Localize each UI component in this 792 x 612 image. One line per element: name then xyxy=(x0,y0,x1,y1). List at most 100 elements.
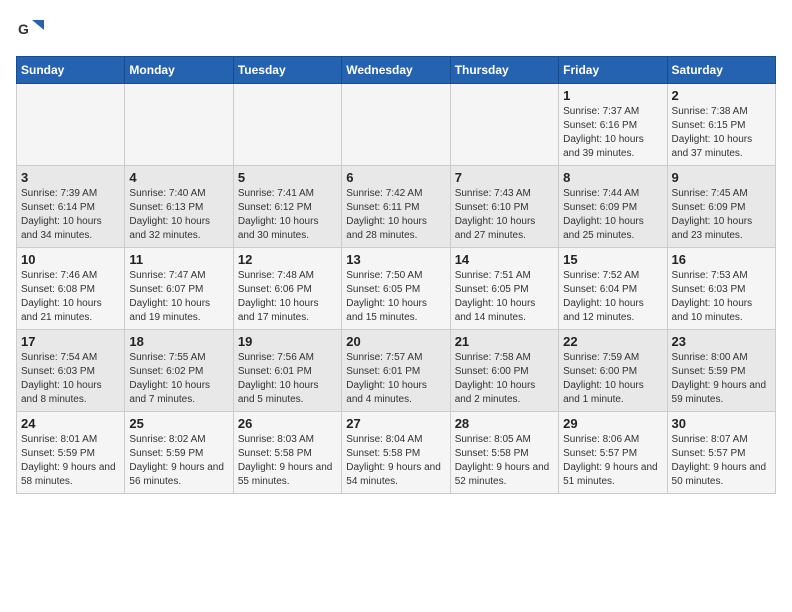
day-number: 5 xyxy=(238,170,337,185)
day-info: Sunrise: 8:00 AM Sunset: 5:59 PM Dayligh… xyxy=(672,351,771,407)
day-info: Sunrise: 8:07 AM Sunset: 5:57 PM Dayligh… xyxy=(672,433,771,489)
weekday-header-friday: Friday xyxy=(559,57,667,84)
day-info: Sunrise: 8:01 AM Sunset: 5:59 PM Dayligh… xyxy=(21,433,120,489)
weekday-header-sunday: Sunday xyxy=(17,57,125,84)
day-info: Sunrise: 7:47 AM Sunset: 6:07 PM Dayligh… xyxy=(129,269,228,325)
day-info: Sunrise: 7:55 AM Sunset: 6:02 PM Dayligh… xyxy=(129,351,228,407)
day-info: Sunrise: 8:05 AM Sunset: 5:58 PM Dayligh… xyxy=(455,433,554,489)
logo: G xyxy=(16,16,48,44)
day-number: 9 xyxy=(672,170,771,185)
day-cell-15: 15 Sunrise: 7:52 AM Sunset: 6:04 PM Dayli… xyxy=(559,248,667,330)
day-number: 15 xyxy=(563,252,662,267)
day-number: 2 xyxy=(672,88,771,103)
day-info: Sunrise: 7:43 AM Sunset: 6:10 PM Dayligh… xyxy=(455,187,554,243)
day-number: 19 xyxy=(238,334,337,349)
day-cell-26: 26 Sunrise: 8:03 AM Sunset: 5:58 PM Dayli… xyxy=(233,412,341,494)
day-info: Sunrise: 7:54 AM Sunset: 6:03 PM Dayligh… xyxy=(21,351,120,407)
calendar-week-1: 1Sunrise: 7:37 AM Sunset: 6:16 PM Daylig… xyxy=(17,84,776,166)
day-number: 13 xyxy=(346,252,445,267)
calendar-week-3: 10 Sunrise: 7:46 AM Sunset: 6:08 PM Dayli… xyxy=(17,248,776,330)
day-cell-12: 12 Sunrise: 7:48 AM Sunset: 6:06 PM Dayli… xyxy=(233,248,341,330)
day-info: Sunrise: 7:53 AM Sunset: 6:03 PM Dayligh… xyxy=(672,269,771,325)
day-number: 17 xyxy=(21,334,120,349)
day-cell-17: 17 Sunrise: 7:54 AM Sunset: 6:03 PM Dayli… xyxy=(17,330,125,412)
svg-text:G: G xyxy=(18,21,29,37)
day-info: Sunrise: 7:57 AM Sunset: 6:01 PM Dayligh… xyxy=(346,351,445,407)
day-info: Sunrise: 7:52 AM Sunset: 6:04 PM Dayligh… xyxy=(563,269,662,325)
day-info: Sunrise: 7:59 AM Sunset: 6:00 PM Dayligh… xyxy=(563,351,662,407)
day-info: Sunrise: 7:38 AM Sunset: 6:15 PM Dayligh… xyxy=(672,105,771,161)
day-info: Sunrise: 7:58 AM Sunset: 6:00 PM Dayligh… xyxy=(455,351,554,407)
empty-cell xyxy=(450,84,558,166)
day-number: 12 xyxy=(238,252,337,267)
day-number: 27 xyxy=(346,416,445,431)
weekday-header-tuesday: Tuesday xyxy=(233,57,341,84)
day-info: Sunrise: 7:40 AM Sunset: 6:13 PM Dayligh… xyxy=(129,187,228,243)
day-number: 29 xyxy=(563,416,662,431)
calendar-week-2: 3 Sunrise: 7:39 AM Sunset: 6:14 PM Daylig… xyxy=(17,166,776,248)
day-cell-9: 9 Sunrise: 7:45 AM Sunset: 6:09 PM Daylig… xyxy=(667,166,775,248)
day-cell-28: 28 Sunrise: 8:05 AM Sunset: 5:58 PM Dayli… xyxy=(450,412,558,494)
day-cell-25: 25 Sunrise: 8:02 AM Sunset: 5:59 PM Dayli… xyxy=(125,412,233,494)
day-number: 18 xyxy=(129,334,228,349)
day-cell-20: 20Sunrise: 7:57 AM Sunset: 6:01 PM Dayli… xyxy=(342,330,450,412)
day-info: Sunrise: 7:50 AM Sunset: 6:05 PM Dayligh… xyxy=(346,269,445,325)
day-number: 11 xyxy=(129,252,228,267)
day-cell-1: 1Sunrise: 7:37 AM Sunset: 6:16 PM Daylig… xyxy=(559,84,667,166)
day-cell-27: 27 Sunrise: 8:04 AM Sunset: 5:58 PM Dayli… xyxy=(342,412,450,494)
empty-cell xyxy=(17,84,125,166)
day-cell-13: 13 Sunrise: 7:50 AM Sunset: 6:05 PM Dayli… xyxy=(342,248,450,330)
weekday-header-wednesday: Wednesday xyxy=(342,57,450,84)
day-number: 14 xyxy=(455,252,554,267)
day-info: Sunrise: 7:45 AM Sunset: 6:09 PM Dayligh… xyxy=(672,187,771,243)
day-number: 3 xyxy=(21,170,120,185)
page-header: G xyxy=(16,16,776,44)
day-number: 24 xyxy=(21,416,120,431)
day-cell-3: 3 Sunrise: 7:39 AM Sunset: 6:14 PM Daylig… xyxy=(17,166,125,248)
day-number: 7 xyxy=(455,170,554,185)
day-number: 23 xyxy=(672,334,771,349)
day-number: 21 xyxy=(455,334,554,349)
day-cell-8: 8 Sunrise: 7:44 AM Sunset: 6:09 PM Daylig… xyxy=(559,166,667,248)
day-number: 16 xyxy=(672,252,771,267)
day-cell-16: 16 Sunrise: 7:53 AM Sunset: 6:03 PM Dayli… xyxy=(667,248,775,330)
day-number: 28 xyxy=(455,416,554,431)
logo-icon: G xyxy=(16,16,44,44)
calendar-week-5: 24 Sunrise: 8:01 AM Sunset: 5:59 PM Dayli… xyxy=(17,412,776,494)
day-number: 30 xyxy=(672,416,771,431)
weekday-header-thursday: Thursday xyxy=(450,57,558,84)
day-info: Sunrise: 7:46 AM Sunset: 6:08 PM Dayligh… xyxy=(21,269,120,325)
day-number: 26 xyxy=(238,416,337,431)
day-cell-23: 23 Sunrise: 8:00 AM Sunset: 5:59 PM Dayli… xyxy=(667,330,775,412)
day-info: Sunrise: 7:48 AM Sunset: 6:06 PM Dayligh… xyxy=(238,269,337,325)
day-info: Sunrise: 7:56 AM Sunset: 6:01 PM Dayligh… xyxy=(238,351,337,407)
day-cell-7: 7 Sunrise: 7:43 AM Sunset: 6:10 PM Daylig… xyxy=(450,166,558,248)
day-cell-21: 21 Sunrise: 7:58 AM Sunset: 6:00 PM Dayli… xyxy=(450,330,558,412)
day-info: Sunrise: 7:44 AM Sunset: 6:09 PM Dayligh… xyxy=(563,187,662,243)
day-cell-18: 18 Sunrise: 7:55 AM Sunset: 6:02 PM Dayli… xyxy=(125,330,233,412)
day-cell-4: 4 Sunrise: 7:40 AM Sunset: 6:13 PM Daylig… xyxy=(125,166,233,248)
calendar-week-4: 17 Sunrise: 7:54 AM Sunset: 6:03 PM Dayli… xyxy=(17,330,776,412)
day-cell-14: 14 Sunrise: 7:51 AM Sunset: 6:05 PM Dayli… xyxy=(450,248,558,330)
day-cell-5: 5Sunrise: 7:41 AM Sunset: 6:12 PM Daylig… xyxy=(233,166,341,248)
day-number: 6 xyxy=(346,170,445,185)
day-cell-11: 11 Sunrise: 7:47 AM Sunset: 6:07 PM Dayli… xyxy=(125,248,233,330)
day-number: 8 xyxy=(563,170,662,185)
day-number: 1 xyxy=(563,88,662,103)
calendar-table: SundayMondayTuesdayWednesdayThursdayFrid… xyxy=(16,56,776,494)
day-info: Sunrise: 8:03 AM Sunset: 5:58 PM Dayligh… xyxy=(238,433,337,489)
day-number: 10 xyxy=(21,252,120,267)
empty-cell xyxy=(233,84,341,166)
day-cell-19: 19 Sunrise: 7:56 AM Sunset: 6:01 PM Dayli… xyxy=(233,330,341,412)
day-info: Sunrise: 8:02 AM Sunset: 5:59 PM Dayligh… xyxy=(129,433,228,489)
day-cell-2: 2 Sunrise: 7:38 AM Sunset: 6:15 PM Daylig… xyxy=(667,84,775,166)
day-info: Sunrise: 8:04 AM Sunset: 5:58 PM Dayligh… xyxy=(346,433,445,489)
day-info: Sunrise: 8:06 AM Sunset: 5:57 PM Dayligh… xyxy=(563,433,662,489)
day-info: Sunrise: 7:42 AM Sunset: 6:11 PM Dayligh… xyxy=(346,187,445,243)
day-number: 25 xyxy=(129,416,228,431)
day-info: Sunrise: 7:51 AM Sunset: 6:05 PM Dayligh… xyxy=(455,269,554,325)
day-number: 4 xyxy=(129,170,228,185)
day-cell-10: 10 Sunrise: 7:46 AM Sunset: 6:08 PM Dayli… xyxy=(17,248,125,330)
day-info: Sunrise: 7:39 AM Sunset: 6:14 PM Dayligh… xyxy=(21,187,120,243)
day-cell-22: 22Sunrise: 7:59 AM Sunset: 6:00 PM Dayli… xyxy=(559,330,667,412)
